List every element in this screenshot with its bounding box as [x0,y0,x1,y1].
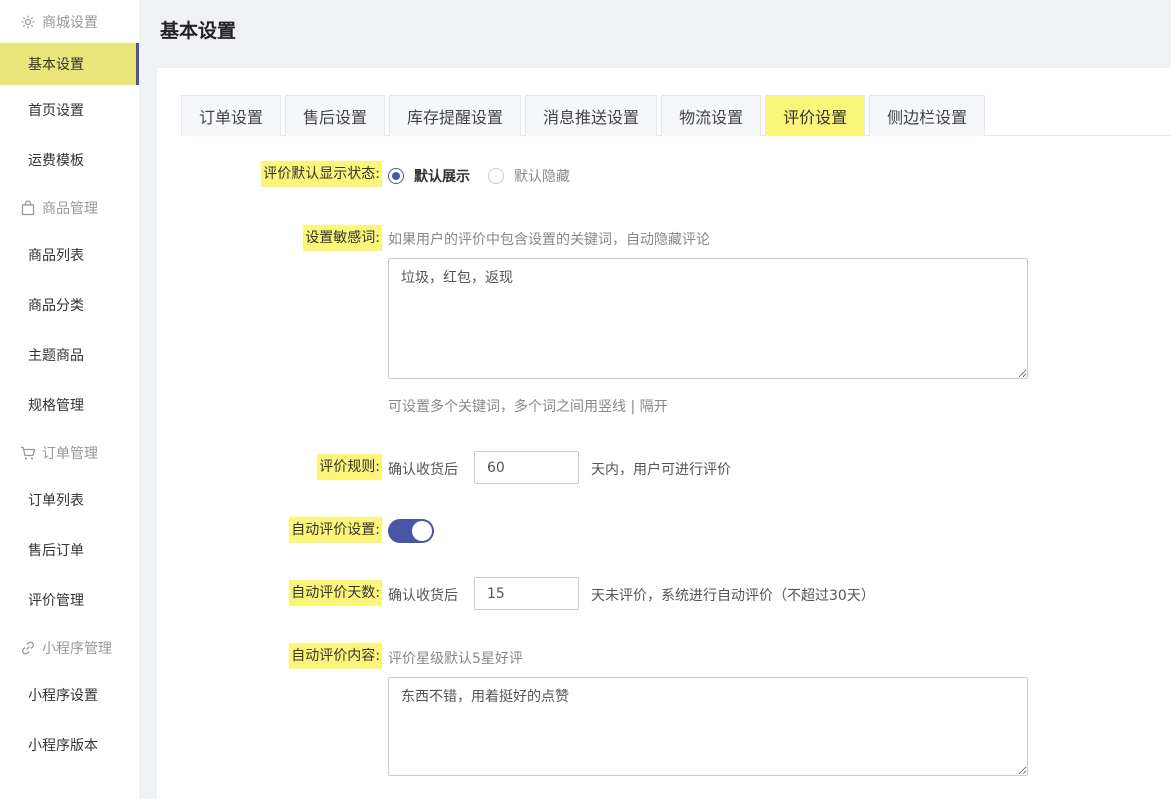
toggle-knob [412,521,432,541]
auto-review-days-prefix: 确认收货后 [388,588,458,604]
auto-review-content-textarea[interactable]: 东西不错，用着挺好的点赞 [388,677,1028,776]
sidebar-item-spec-management[interactable]: 规格管理 [0,380,139,430]
tab-stock-alert-settings[interactable]: 库存提醒设置 [389,95,522,136]
radio-unchecked-icon [488,168,504,184]
radio-label: 默认隐藏 [514,169,570,185]
tab-bar: 订单设置 售后设置 库存提醒设置 消息推送设置 物流设置 评价设置 侧边栏设置 [181,95,1171,136]
header: 基本设置 [139,0,1171,68]
auto-review-days-input[interactable] [474,577,579,610]
sensitive-words-hint: 如果用户的评价中包含设置的关键词，自动隐藏评论 [388,232,710,248]
sidebar-item-theme-products[interactable]: 主题商品 [0,330,139,380]
display-status-label: 评价默认显示状态: [261,161,382,187]
main-panel: 订单设置 售后设置 库存提醒设置 消息推送设置 物流设置 评价设置 侧边栏设置 … [157,68,1171,799]
sidebar-item-miniprogram-settings[interactable]: 小程序设置 [0,670,139,720]
sidebar-item-after-sales-orders[interactable]: 售后订单 [0,525,139,575]
link-icon [20,640,36,656]
sidebar-item-product-list[interactable]: 商品列表 [0,230,139,280]
bag-icon [20,199,36,216]
review-rule-label: 评价规则: [317,454,382,480]
sidebar-item-basic-settings[interactable]: 基本设置 [0,43,139,85]
cart-icon [20,445,36,461]
sidebar-group-label: 商城设置 [42,14,98,31]
sidebar-group-order-management: 订单管理 [0,430,139,475]
tab-logistics-settings[interactable]: 物流设置 [661,95,762,136]
sidebar-item-order-list[interactable]: 订单列表 [0,475,139,525]
auto-review-toggle[interactable] [388,519,434,543]
sidebar-group-shop-settings: 商城设置 [0,0,139,43]
radio-default-show[interactable]: 默认展示 [388,166,470,186]
tab-after-sales-settings[interactable]: 售后设置 [285,95,386,136]
tab-push-settings[interactable]: 消息推送设置 [525,95,658,136]
sensitive-words-textarea[interactable]: 垃圾，红包，返现 [388,258,1028,379]
auto-review-content-hint: 评价星级默认5星好评 [388,651,523,667]
gear-icon [20,14,36,30]
auto-review-content-label: 自动评价内容: [289,643,382,669]
auto-review-label: 自动评价设置: [289,517,382,543]
sidebar-item-review-management[interactable]: 评价管理 [0,575,139,625]
sidebar-group-label: 订单管理 [42,445,98,462]
radio-checked-icon [388,168,404,184]
sidebar-group-miniprogram-management: 小程序管理 [0,625,139,670]
sidebar-group-label: 小程序管理 [42,640,112,657]
sensitive-words-label: 设置敏感词: [303,225,382,251]
sidebar-item-miniprogram-version[interactable]: 小程序版本 [0,720,139,770]
sidebar-item-shipping-template[interactable]: 运费模板 [0,135,139,185]
sidebar-item-home-settings[interactable]: 首页设置 [0,85,139,135]
sidebar-item-product-category[interactable]: 商品分类 [0,280,139,330]
review-rule-days-input[interactable] [474,451,579,484]
tab-order-settings[interactable]: 订单设置 [181,95,282,136]
auto-review-days-label: 自动评价天数: [289,580,382,606]
page-title: 基本设置 [160,20,237,42]
sidebar-group-label: 商品管理 [42,200,98,217]
sidebar: 商城设置 基本设置 首页设置 运费模板 商品管理 商品列表 商品分类 主题商品 … [0,0,139,799]
radio-label: 默认展示 [414,169,470,185]
sensitive-words-help: 可设置多个关键词，多个词之间用竖线 | 隔开 [388,399,668,415]
sidebar-group-product-management: 商品管理 [0,185,139,230]
auto-review-days-suffix: 天未评价，系统进行自动评价（不超过30天） [591,588,875,604]
radio-default-hide[interactable]: 默认隐藏 [488,166,570,186]
tab-sidebar-settings[interactable]: 侧边栏设置 [869,95,986,136]
tab-review-settings[interactable]: 评价设置 [765,95,866,136]
review-rule-prefix: 确认收货后 [388,462,458,478]
review-rule-suffix: 天内，用户可进行评价 [591,462,731,478]
